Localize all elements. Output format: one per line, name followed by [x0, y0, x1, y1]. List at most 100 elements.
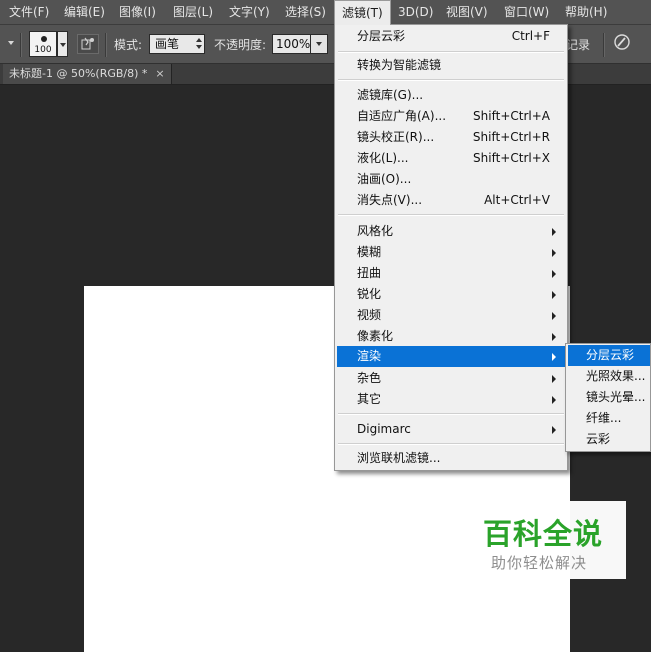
mode-value: 画笔: [155, 37, 180, 51]
render-submenu: 分层云彩 光照效果... 镜头光晕... 纤维... 云彩: [565, 343, 651, 452]
submenu-item-label: 纤维...: [586, 411, 622, 425]
menu-window[interactable]: 窗口(W): [504, 0, 549, 24]
menu-filter[interactable]: 滤镜(T): [334, 0, 391, 25]
menu-item-pixelate[interactable]: 像素化: [337, 326, 565, 347]
menu-item-label: 视频: [357, 308, 382, 322]
menu-item-label: 扭曲: [357, 266, 382, 280]
menu-item-label: 像素化: [357, 329, 394, 343]
brush-folder-icon: [81, 37, 94, 50]
menu-item-label: 锐化: [357, 287, 382, 301]
history-label: 记录: [566, 38, 591, 52]
menu-item-label: 镜头校正(R)...: [357, 130, 435, 144]
menu-item-label: 滤镜库(G)...: [357, 88, 424, 102]
menu-item-label: 杂色: [357, 371, 382, 385]
divider: [105, 33, 107, 57]
menu-help[interactable]: 帮助(H): [565, 0, 607, 24]
brush-tip-icon: [41, 36, 47, 42]
submenu-arrow-icon: [552, 228, 556, 236]
menu-item-last-filter[interactable]: 分层云彩 Ctrl+F: [337, 26, 565, 47]
submenu-item-label: 云彩: [586, 432, 611, 446]
menu-select[interactable]: 选择(S): [285, 0, 326, 24]
menu-divider: [338, 51, 564, 53]
brush-preset-picker[interactable]: 100: [29, 31, 57, 57]
menu-edit[interactable]: 编辑(E): [64, 0, 105, 24]
menu-item-label: 油画(O)...: [357, 172, 412, 186]
menu-divider: [338, 214, 564, 216]
menu-item-liquify[interactable]: 液化(L)... Shift+Ctrl+X: [337, 148, 565, 169]
opacity-input[interactable]: 100%: [272, 34, 312, 54]
menu-view[interactable]: 视图(V): [446, 0, 488, 24]
menu-item-label: 转换为智能滤镜: [357, 58, 442, 72]
menu-image[interactable]: 图像(I): [119, 0, 156, 24]
menu-item-sharpen[interactable]: 锐化: [337, 284, 565, 305]
menu-item-other[interactable]: 其它: [337, 389, 565, 410]
submenu-item-label: 镜头光晕...: [586, 390, 646, 404]
menu-item-label: 渲染: [357, 349, 382, 363]
submenu-item-lens-flare[interactable]: 镜头光晕...: [568, 387, 650, 408]
menu-item-filter-gallery[interactable]: 滤镜库(G)...: [337, 85, 565, 106]
submenu-item-clouds[interactable]: 云彩: [568, 429, 650, 450]
brush-size: 100: [34, 45, 52, 55]
submenu-item-fibers[interactable]: 纤维...: [568, 408, 650, 429]
menu-item-convert-smart-filter[interactable]: 转换为智能滤镜: [337, 55, 565, 76]
mode-select[interactable]: 画笔: [149, 34, 205, 54]
menu-item-shortcut: Alt+Ctrl+V: [484, 193, 550, 207]
submenu-arrow-icon: [552, 353, 556, 361]
menu-item-stylize[interactable]: 风格化: [337, 221, 565, 242]
filter-menu: 分层云彩 Ctrl+F 转换为智能滤镜 滤镜库(G)... 自适应广角(A)...…: [334, 24, 568, 471]
pen-pressure-icon: [614, 34, 630, 50]
menu-layer[interactable]: 图层(L): [173, 0, 213, 24]
brush-picker-dropdown[interactable]: [57, 31, 68, 57]
submenu-arrow-icon: [552, 291, 556, 299]
menu-item-vanishing-point[interactable]: 消失点(V)... Alt+Ctrl+V: [337, 190, 565, 211]
menu-item-label: 消失点(V)...: [357, 193, 423, 207]
menu-item-blur[interactable]: 模糊: [337, 242, 565, 263]
menu-item-shortcut: Shift+Ctrl+R: [472, 130, 550, 144]
menu-item-digimarc[interactable]: Digimarc: [337, 419, 565, 440]
menu-item-label: 自适应广角(A)...: [357, 109, 447, 123]
submenu-arrow-icon: [552, 249, 556, 257]
menu-item-distort[interactable]: 扭曲: [337, 263, 565, 284]
menu-file[interactable]: 文件(F): [9, 0, 49, 24]
submenu-item-lighting-effects[interactable]: 光照效果...: [568, 366, 650, 387]
submenu-arrow-icon: [552, 426, 556, 434]
brush-panel-toggle-icon[interactable]: [77, 34, 99, 54]
menu-item-label: 液化(L)...: [357, 151, 409, 165]
watermark-subtitle: 助你轻松解决: [491, 554, 588, 572]
submenu-arrow-icon: [552, 333, 556, 341]
menu-type[interactable]: 文字(Y): [229, 0, 270, 24]
menu-item-lens-correction[interactable]: 镜头校正(R)... Shift+Ctrl+R: [337, 127, 565, 148]
opacity-value: 100%: [276, 37, 311, 51]
menu-item-shortcut: Shift+Ctrl+A: [473, 109, 550, 123]
menu-item-label: 分层云彩: [357, 29, 406, 43]
tool-preset-dropdown-icon[interactable]: [8, 41, 14, 45]
menu-item-label: 浏览联机滤镜...: [357, 451, 441, 465]
document-tab-title: 未标题-1 @ 50%(RGB/8) *: [9, 67, 148, 80]
menu-item-browse-filters-online[interactable]: 浏览联机滤镜...: [337, 448, 565, 469]
submenu-arrow-icon: [552, 375, 556, 383]
menu-item-label: Digimarc: [357, 422, 411, 436]
menu-divider: [338, 79, 564, 81]
menu-item-shortcut: Shift+Ctrl+X: [473, 151, 550, 165]
submenu-arrow-icon: [552, 396, 556, 404]
menubar: 文件(F) 编辑(E) 图像(I) 图层(L) 文字(Y) 选择(S) 滤镜(T…: [0, 0, 651, 25]
divider: [20, 33, 22, 57]
menu-divider: [338, 413, 564, 415]
menu-item-label: 其它: [357, 392, 382, 406]
submenu-item-label: 光照效果...: [586, 369, 646, 383]
document-tab[interactable]: 未标题-1 @ 50%(RGB/8) * ×: [3, 64, 172, 84]
menu-item-oil-paint[interactable]: 油画(O)...: [337, 169, 565, 190]
opacity-slider-dropdown[interactable]: [310, 34, 328, 54]
watermark: 百科全说 助你轻松解决: [463, 501, 626, 579]
menu-item-render[interactable]: 渲染: [337, 346, 565, 367]
submenu-arrow-icon: [552, 312, 556, 320]
close-icon[interactable]: ×: [155, 67, 164, 80]
menu-item-video[interactable]: 视频: [337, 305, 565, 326]
submenu-item-label: 分层云彩: [586, 348, 635, 362]
menu-3d[interactable]: 3D(D): [398, 0, 433, 24]
pressure-size-icon[interactable]: [612, 33, 632, 53]
menu-item-adaptive-wide-angle[interactable]: 自适应广角(A)... Shift+Ctrl+A: [337, 106, 565, 127]
submenu-item-difference-clouds[interactable]: 分层云彩: [568, 345, 650, 366]
mode-label: 模式:: [114, 38, 143, 52]
menu-item-noise[interactable]: 杂色: [337, 368, 565, 389]
